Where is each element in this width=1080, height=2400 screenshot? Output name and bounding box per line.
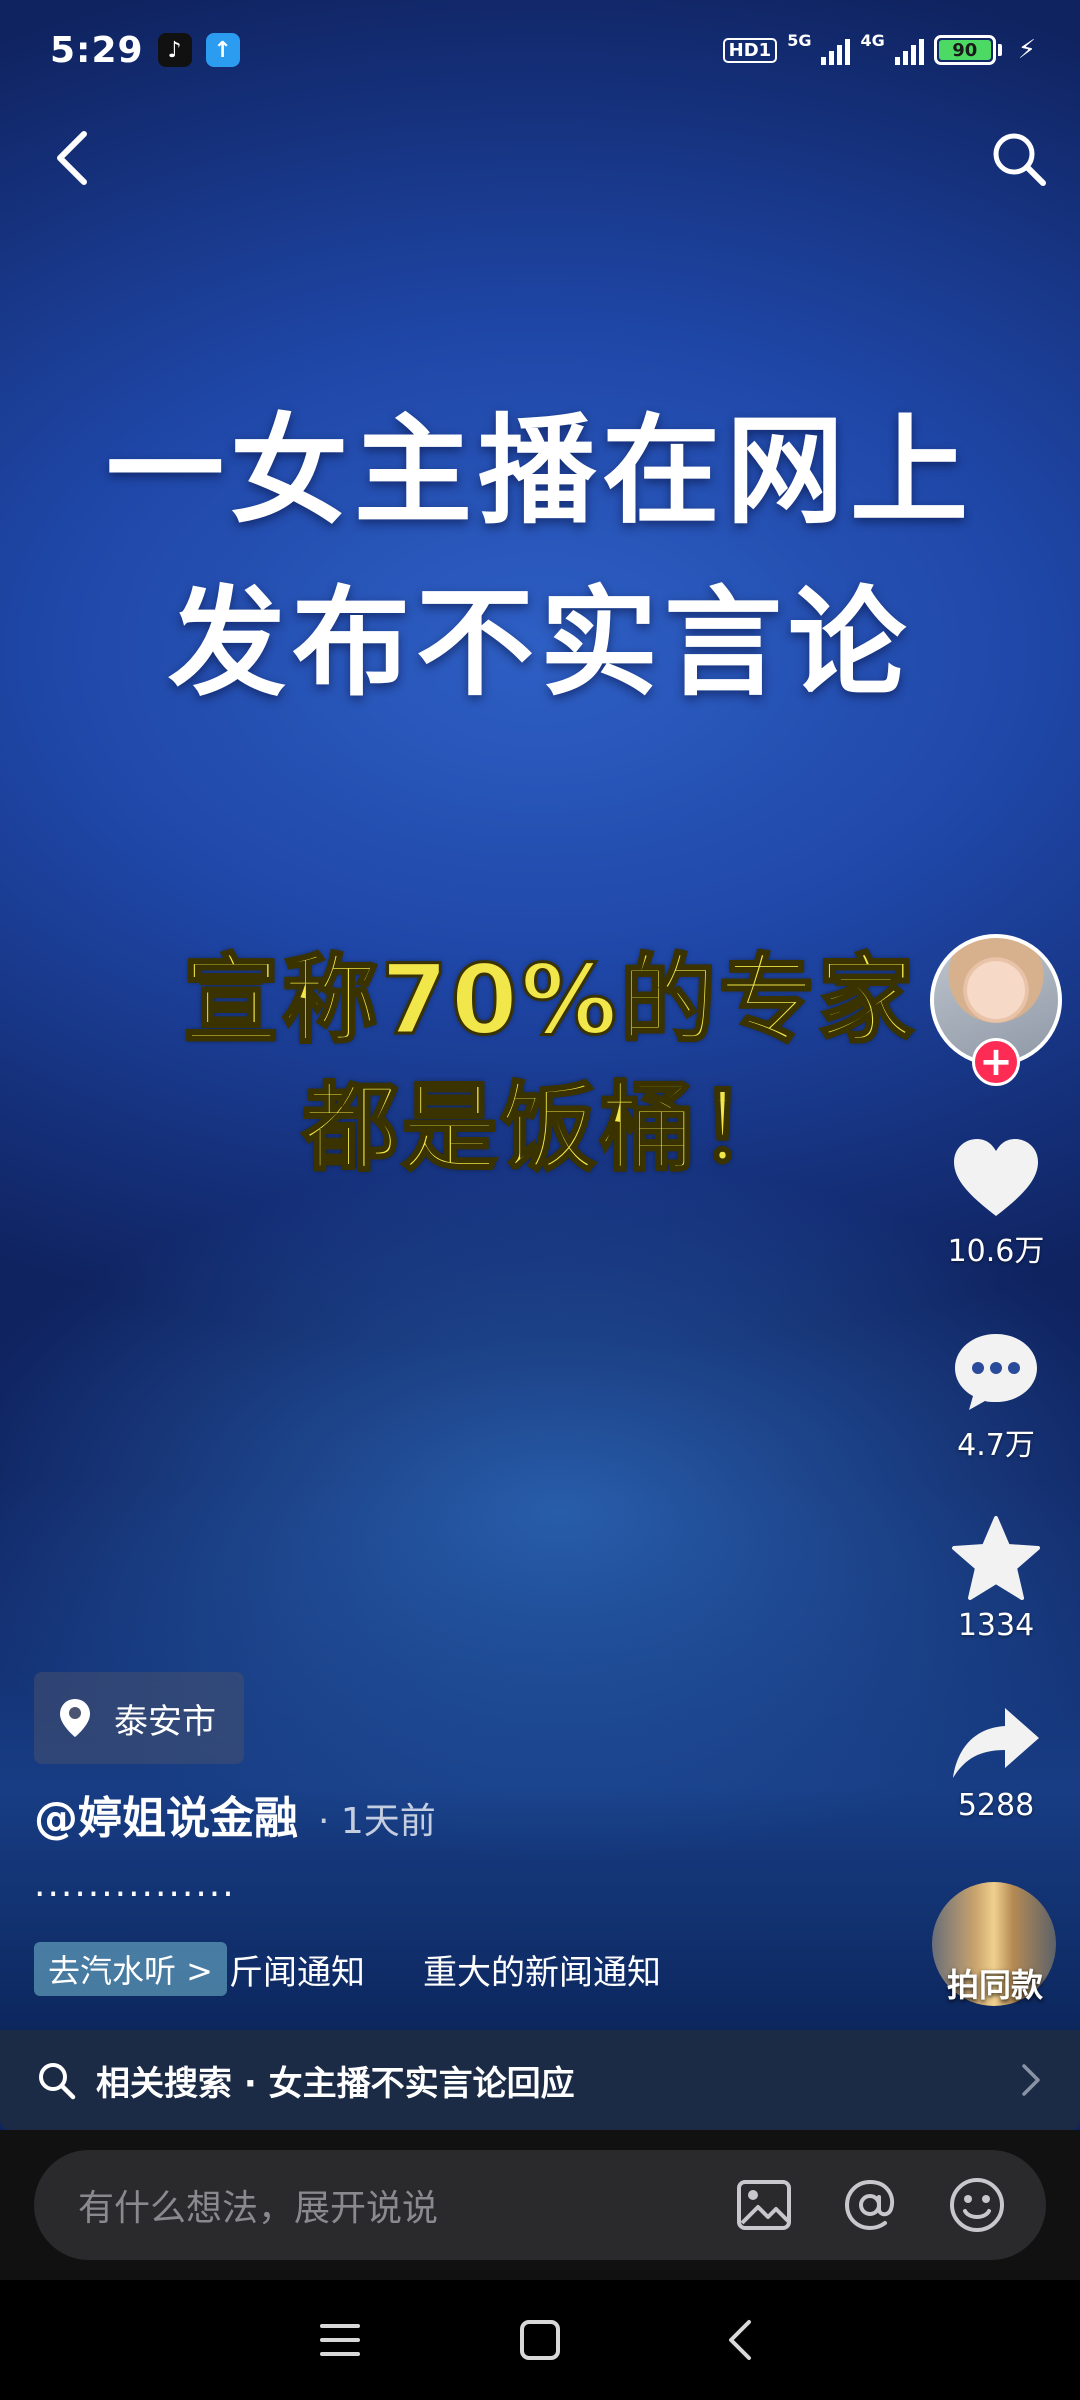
nav-back-button[interactable] (705, 2305, 775, 2375)
comment-input[interactable]: 有什么想法，展开说说 (34, 2150, 1046, 2260)
home-square-icon (520, 2320, 560, 2360)
system-nav-bar (0, 2280, 1080, 2400)
music-title-part1: 斤闻通知 (229, 1952, 365, 1993)
signal-4g-icon (894, 35, 924, 65)
music-title-part2: 重大的新闻通知 (423, 1952, 661, 1993)
video-subhead-line1: 宣称70%的专家 (182, 943, 917, 1058)
star-icon (952, 1516, 1040, 1600)
hd-icon: HD1 (722, 37, 778, 63)
nav-home-button[interactable] (505, 2305, 575, 2375)
charging-icon: ⚡ (1017, 35, 1036, 65)
network-5g-label: 5G (787, 31, 812, 50)
post-time: · 1天前 (318, 1801, 436, 1842)
mention-icon[interactable] (842, 2177, 898, 2233)
signal-5g-icon (821, 35, 851, 65)
tiktok-notification-icon: ♪ (157, 33, 192, 67)
status-bar: 5:29 ♪ ↑ HD1 5G 4G 90 ⚡ (0, 0, 1080, 100)
video-headline-line1: 一女主播在网上 (105, 402, 974, 540)
emoji-icon[interactable] (948, 2176, 1006, 2234)
favorite-button[interactable]: 1334 (930, 1514, 1062, 1643)
comment-placeholder: 有什么想法，展开说说 (78, 2188, 439, 2229)
comment-icon (955, 1334, 1037, 1410)
caption-text[interactable]: ............... (34, 1864, 236, 1905)
video-headline-line2: 发布不实言论 (167, 574, 912, 712)
author-name[interactable]: @婷姐说金融 (34, 1782, 298, 1846)
nav-menu-button[interactable] (305, 2305, 375, 2375)
status-app-icons: ♪ ↑ (157, 33, 240, 67)
nav-back-icon (729, 2320, 751, 2360)
use-sound-label[interactable]: 拍同款 (920, 1960, 1070, 2006)
battery-level: 90 (938, 40, 991, 61)
back-button[interactable] (46, 128, 96, 188)
share-button[interactable]: 5288 (930, 1704, 1062, 1823)
listen-in-qishui-button[interactable]: 去汽水听 > (34, 1942, 227, 1996)
upload-notification-icon: ↑ (205, 33, 240, 67)
comment-bar: 有什么想法，展开说说 (0, 2130, 1080, 2280)
music-row[interactable]: 去汽水听 > 斤闻通知 重大的新闻通知 (34, 1942, 661, 1996)
author-avatar-group[interactable]: + (930, 934, 1062, 1086)
music-title-marquee: 斤闻通知 重大的新闻通知 (229, 1945, 661, 1994)
battery-icon: 90 (933, 35, 1002, 65)
like-count: 10.6万 (947, 1234, 1045, 1269)
video-subhead-line2: 都是饭桶！ (301, 1071, 798, 1186)
comment-tools (736, 2176, 1006, 2234)
search-button[interactable] (988, 128, 1050, 190)
like-button[interactable]: 10.6万 (930, 1136, 1062, 1270)
status-indicators: HD1 5G 4G 90 ⚡ (722, 31, 1036, 65)
related-search-bar[interactable]: 相关搜索 · 女主播不实言论回应 (0, 2030, 1080, 2130)
follow-button[interactable]: + (972, 1038, 1020, 1086)
network-4g-label: 4G (860, 31, 885, 50)
comment-count: 4.7万 (957, 1428, 1035, 1463)
back-arrow-icon (57, 131, 87, 185)
location-chip[interactable]: 泰安市 (34, 1672, 244, 1764)
share-count: 5288 (957, 1788, 1035, 1823)
favorite-count: 1334 (957, 1608, 1035, 1643)
location-pin-icon (60, 1699, 90, 1737)
related-search-text: 相关搜索 · 女主播不实言论回应 (96, 2063, 575, 2104)
search-icon (993, 133, 1046, 186)
location-text: 泰安市 (114, 1701, 216, 1742)
status-time: 5:29 (50, 29, 144, 71)
comment-button[interactable]: 4.7万 (930, 1330, 1062, 1464)
image-icon[interactable] (736, 2179, 792, 2231)
search-icon (39, 2063, 76, 2100)
author-row: @婷姐说金融 · 1天前 (34, 1782, 436, 1846)
heart-icon (954, 1139, 1038, 1216)
share-arrow-icon (953, 1708, 1039, 1778)
chevron-right-icon (1022, 2064, 1040, 2096)
menu-icon (320, 2324, 360, 2356)
